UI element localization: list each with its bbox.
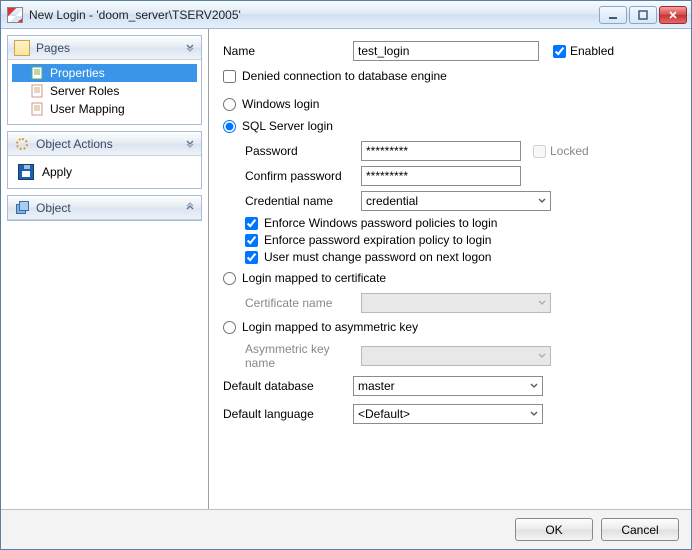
object-header[interactable]: Object xyxy=(8,196,201,220)
gear-icon xyxy=(14,136,30,152)
windows-login-label: Windows login xyxy=(242,97,319,111)
confirm-password-input[interactable] xyxy=(361,166,521,186)
dialog-footer: OK Cancel xyxy=(1,509,691,549)
sidebar-item-label: Server Roles xyxy=(50,84,119,98)
asym-name-select xyxy=(361,346,551,366)
app-icon xyxy=(7,7,23,23)
sidebar-item-label: User Mapping xyxy=(50,102,125,116)
object-actions-panel: Object Actions Apply xyxy=(7,131,202,189)
collapse-icon xyxy=(185,137,195,151)
dialog-window: New Login - 'doom_server\TSERV2005' Page… xyxy=(0,0,692,550)
denied-label: Denied connection to database engine xyxy=(242,69,447,83)
enabled-checkbox[interactable] xyxy=(553,45,566,58)
cert-login-label: Login mapped to certificate xyxy=(242,271,386,285)
enforce-windows-checkbox[interactable] xyxy=(245,217,258,230)
apply-label: Apply xyxy=(42,165,72,179)
sidebar: Pages Properties xyxy=(1,29,209,509)
name-input[interactable] xyxy=(353,41,539,61)
object-icon xyxy=(14,200,30,216)
default-db-value: master xyxy=(358,379,395,393)
locked-checkbox xyxy=(533,145,546,158)
enabled-label: Enabled xyxy=(570,44,614,58)
sidebar-item-server-roles[interactable]: Server Roles xyxy=(12,82,197,100)
credential-label: Credential name xyxy=(245,194,361,208)
folder-icon xyxy=(14,40,30,56)
chevron-down-icon xyxy=(534,192,550,210)
expand-icon xyxy=(185,201,195,215)
asym-login-radio[interactable] xyxy=(223,321,236,334)
confirm-password-label: Confirm password xyxy=(245,169,361,183)
maximize-button[interactable] xyxy=(629,6,657,24)
window-controls xyxy=(599,6,687,24)
default-db-label: Default database xyxy=(223,379,353,393)
password-label: Password xyxy=(245,144,361,158)
sidebar-item-user-mapping[interactable]: User Mapping xyxy=(12,100,197,118)
locked-label: Locked xyxy=(550,144,589,158)
sql-login-radio[interactable] xyxy=(223,120,236,133)
close-button[interactable] xyxy=(659,6,687,24)
chevron-down-icon xyxy=(534,294,550,312)
titlebar: New Login - 'doom_server\TSERV2005' xyxy=(1,1,691,29)
chevron-down-icon xyxy=(526,377,542,395)
object-actions-header[interactable]: Object Actions xyxy=(8,132,201,156)
cancel-button[interactable]: Cancel xyxy=(601,518,679,541)
cert-login-radio[interactable] xyxy=(223,272,236,285)
pages-title: Pages xyxy=(36,41,70,55)
enforce-expiration-checkbox[interactable] xyxy=(245,234,258,247)
window-title: New Login - 'doom_server\TSERV2005' xyxy=(29,8,599,22)
password-input[interactable] xyxy=(361,141,521,161)
sidebar-item-label: Properties xyxy=(50,66,105,80)
name-label: Name xyxy=(223,44,353,58)
credential-value: credential xyxy=(366,194,418,208)
enforce-windows-label: Enforce Windows password policies to log… xyxy=(264,216,497,230)
minimize-button[interactable] xyxy=(599,6,627,24)
sidebar-item-properties[interactable]: Properties xyxy=(12,64,197,82)
pages-header[interactable]: Pages xyxy=(8,36,201,60)
asym-name-label: Asymmetric key name xyxy=(245,342,361,370)
must-change-checkbox[interactable] xyxy=(245,251,258,264)
must-change-label: User must change password on next logon xyxy=(264,250,491,264)
apply-action[interactable]: Apply xyxy=(14,162,195,182)
default-lang-value: <Default> xyxy=(358,407,410,421)
save-icon xyxy=(18,164,34,180)
default-lang-select[interactable]: <Default> xyxy=(353,404,543,424)
asym-login-label: Login mapped to asymmetric key xyxy=(242,320,418,334)
ok-button[interactable]: OK xyxy=(515,518,593,541)
page-icon xyxy=(30,102,44,116)
collapse-icon xyxy=(185,41,195,55)
object-actions-title: Object Actions xyxy=(36,137,113,151)
properties-form: Name Enabled Denied connection to databa… xyxy=(209,29,691,509)
cert-name-select xyxy=(361,293,551,313)
object-panel: Object xyxy=(7,195,202,221)
default-db-select[interactable]: master xyxy=(353,376,543,396)
windows-login-radio[interactable] xyxy=(223,98,236,111)
enforce-expiration-label: Enforce password expiration policy to lo… xyxy=(264,233,491,247)
chevron-down-icon xyxy=(526,405,542,423)
object-title: Object xyxy=(36,201,71,215)
pages-list: Properties Server Roles Us xyxy=(12,64,197,118)
dialog-body: Pages Properties xyxy=(1,29,691,509)
default-lang-label: Default language xyxy=(223,407,353,421)
pages-panel: Pages Properties xyxy=(7,35,202,125)
cert-name-label: Certificate name xyxy=(245,296,361,310)
page-icon xyxy=(30,84,44,98)
chevron-down-icon xyxy=(534,347,550,365)
sql-login-label: SQL Server login xyxy=(242,119,333,133)
page-icon xyxy=(30,66,44,80)
credential-select[interactable]: credential xyxy=(361,191,551,211)
denied-checkbox[interactable] xyxy=(223,70,236,83)
